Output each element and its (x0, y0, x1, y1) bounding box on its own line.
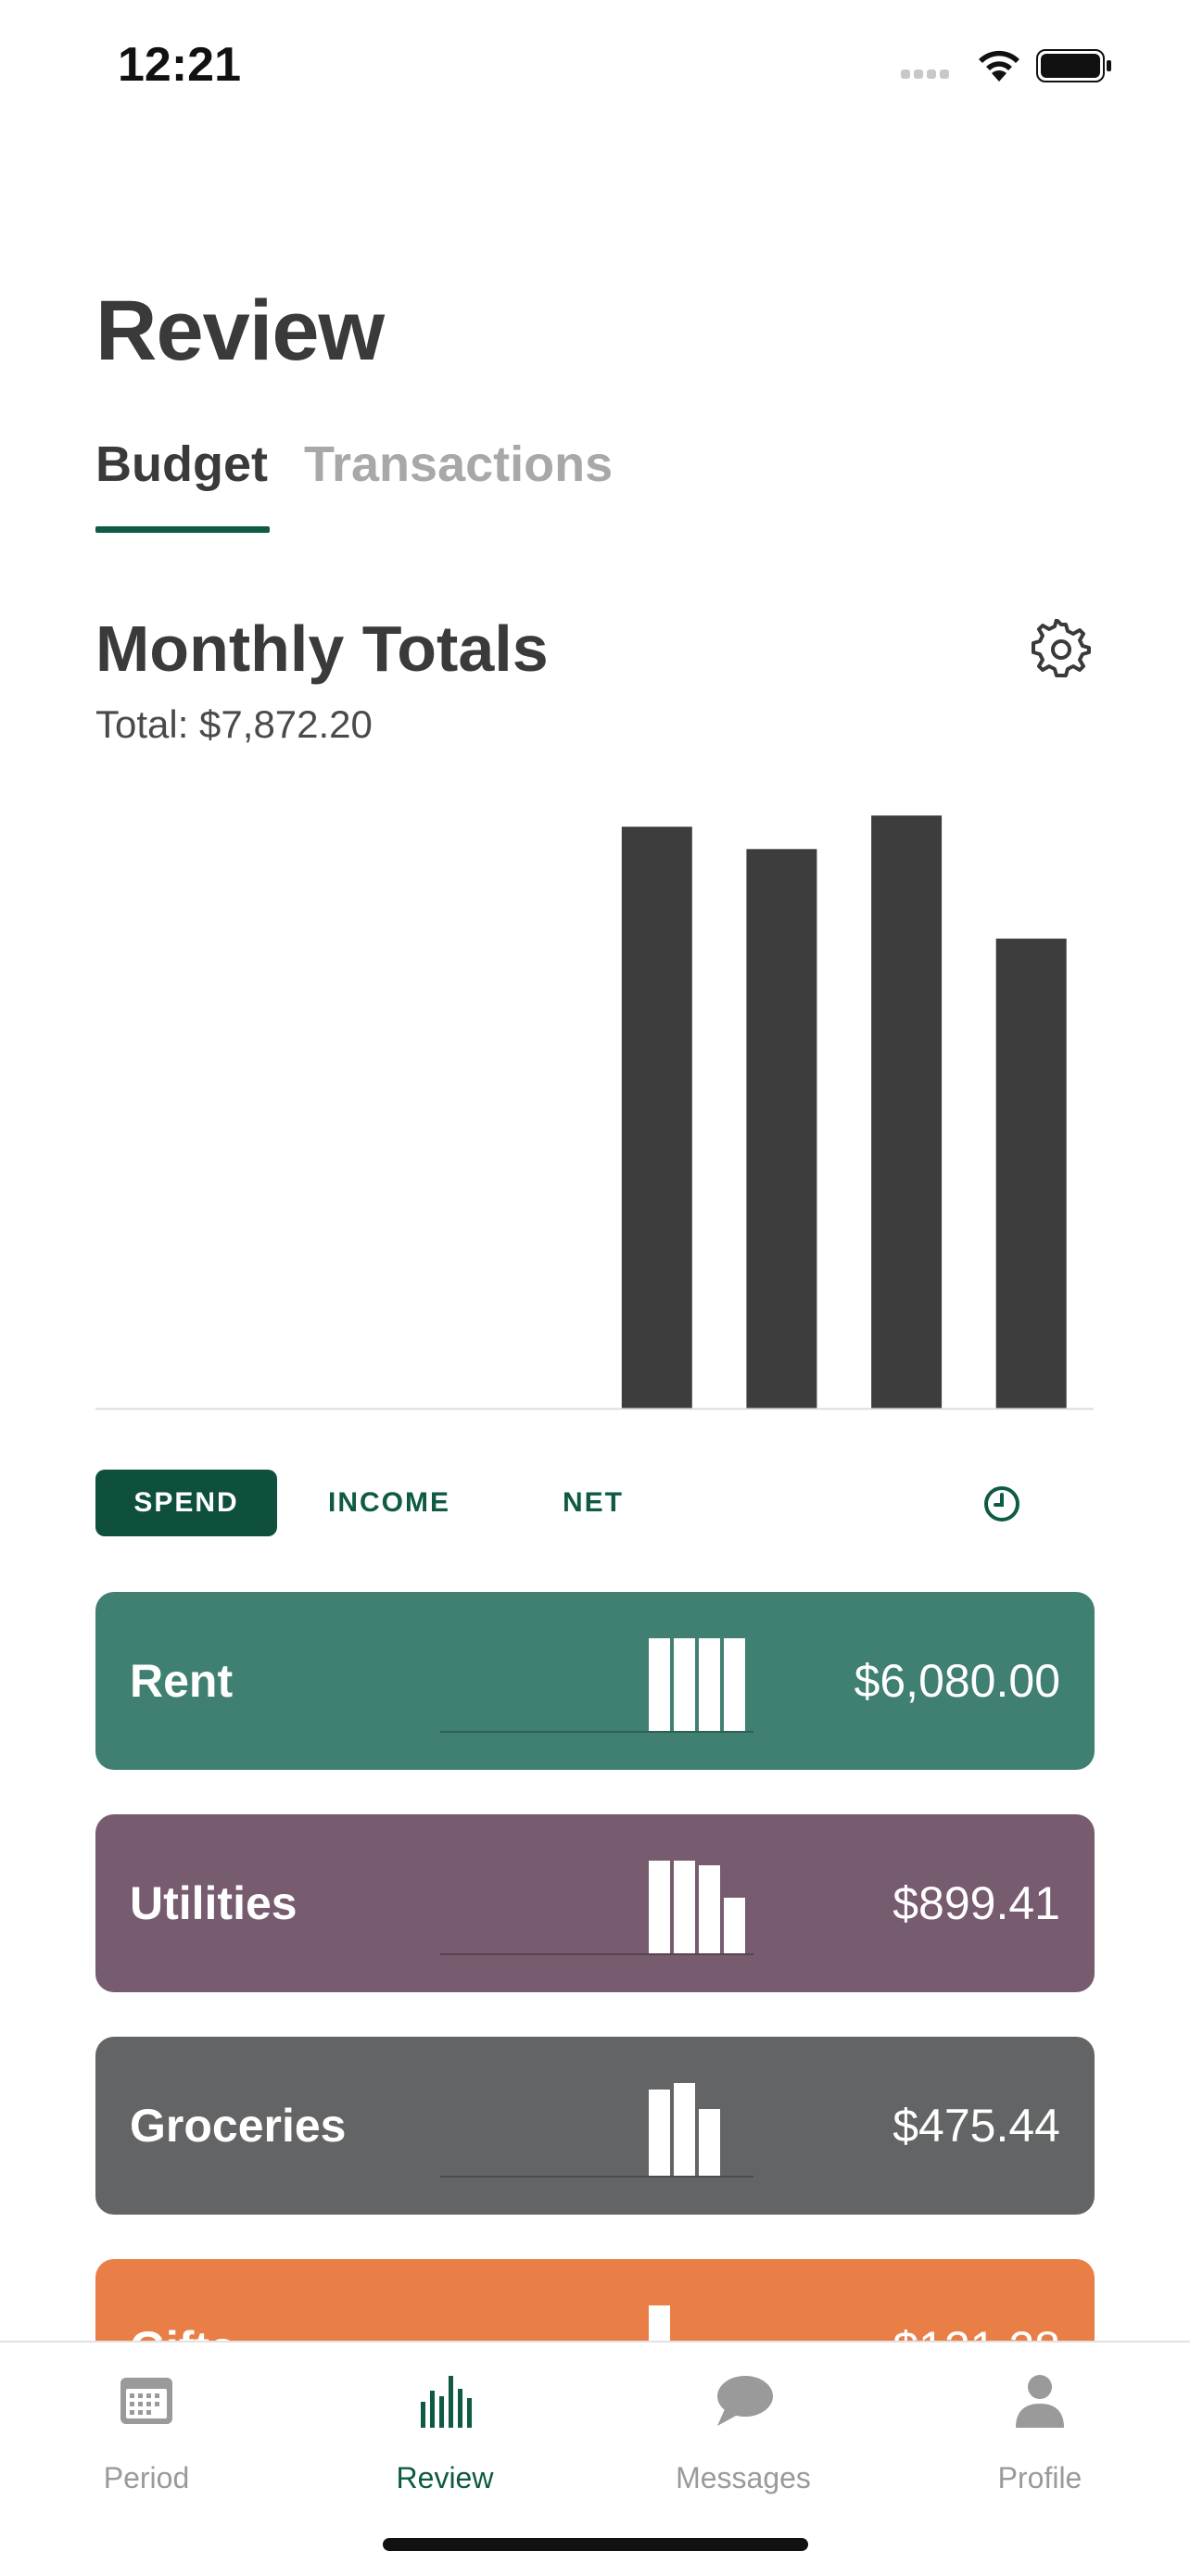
sparkline-bar (699, 2109, 720, 2176)
filter-net-button[interactable]: NET (538, 1470, 649, 1536)
cellular-signal-icon (901, 67, 958, 80)
wifi-icon (979, 50, 1019, 82)
chat-bubble-icon (717, 2376, 773, 2426)
page-title: Review (95, 284, 385, 378)
category-name: Groceries (130, 2100, 347, 2152)
category-card-groceries[interactable]: Groceries $475.44 (95, 2037, 1095, 2215)
nav-label: Period (103, 2461, 190, 2494)
sparkline-bar (649, 2090, 670, 2176)
sparkline-baseline (440, 2176, 753, 2178)
category-card-rent[interactable]: Rent $6,080.00 (95, 1592, 1095, 1770)
monthly-totals-chart (95, 815, 1094, 1410)
category-name: Rent (130, 1655, 234, 1707)
chart-bar[interactable] (746, 849, 817, 1408)
sparkline-bar (649, 1861, 670, 1953)
section-title: Monthly Totals (95, 612, 549, 685)
clock-icon[interactable] (982, 1484, 1021, 1523)
person-icon (1016, 2375, 1064, 2428)
nav-label: Profile (997, 2461, 1082, 2494)
nav-label: Review (396, 2461, 494, 2494)
sparkline-bar (699, 1638, 720, 1731)
category-name: Utilities (130, 1877, 298, 1929)
category-amount: $899.41 (892, 1877, 1060, 1929)
chart-bar[interactable] (871, 815, 943, 1408)
active-tab-indicator (95, 526, 270, 533)
sparkline-bar (724, 1638, 745, 1731)
status-time: 12:21 (118, 38, 241, 92)
nav-label: Messages (676, 2461, 811, 2494)
tab-transactions[interactable]: Transactions (304, 436, 613, 493)
category-amount: $475.44 (892, 2100, 1060, 2152)
filter-spend-button[interactable]: SPEND (95, 1470, 277, 1536)
battery-icon (1036, 49, 1111, 82)
filter-income-button[interactable]: INCOME (315, 1470, 463, 1536)
sparkline-bar (674, 2083, 695, 2176)
category-card-utilities[interactable]: Utilities $899.41 (95, 1814, 1095, 1992)
total-amount: Total: $7,872.20 (95, 702, 373, 746)
chart-bar[interactable] (995, 938, 1067, 1408)
sparkline-baseline (440, 1953, 753, 1955)
sparkline-bar (699, 1865, 720, 1953)
home-indicator (383, 2538, 808, 2551)
calendar-icon (120, 2378, 172, 2424)
category-amount: $6,080.00 (854, 1655, 1060, 1707)
sparkline-bar (674, 1861, 695, 1953)
chart-bar[interactable] (621, 827, 692, 1408)
sparkline-baseline (440, 1731, 753, 1733)
gear-icon[interactable] (1031, 619, 1092, 680)
bar-chart-icon (421, 2376, 472, 2428)
tab-budget[interactable]: Budget (95, 436, 268, 493)
sparkline-bar (724, 1898, 745, 1953)
sparkline-bar (649, 1638, 670, 1731)
sparkline-bar (674, 1638, 695, 1731)
